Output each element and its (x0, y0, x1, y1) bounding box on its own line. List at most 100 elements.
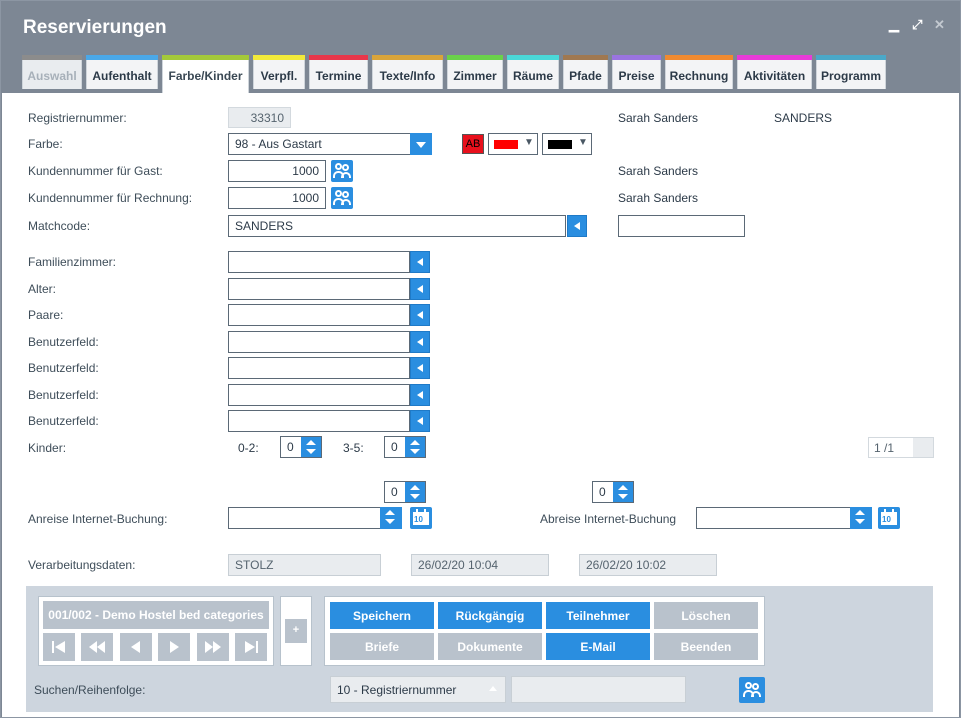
benutzerfeld-arrow-button[interactable] (410, 410, 430, 432)
guest-lookup-button[interactable] (331, 160, 353, 182)
tab-aktivitaeten[interactable]: Aktivitäten (737, 55, 812, 89)
tab-label: Aktivitäten (743, 69, 806, 83)
matchcode-arrow-button[interactable] (567, 215, 587, 237)
paare-input[interactable] (228, 304, 410, 326)
farbe-select[interactable]: 98 - Aus Gastart (228, 133, 432, 155)
abreise-label: Abreise Internet-Buchung (540, 512, 677, 526)
anreise-stepper[interactable]: 0 (384, 481, 426, 503)
dokumente-button[interactable]: Dokumente (438, 633, 542, 660)
paare-arrow-button[interactable] (410, 304, 430, 326)
stepper-arrows-icon[interactable] (850, 507, 872, 529)
briefe-button[interactable]: Briefe (330, 633, 434, 660)
tab-auswahl[interactable]: Auswahl (22, 55, 82, 89)
stepper-value: 0 (391, 485, 398, 499)
kundennummer-rechnung-name: Sarah Sanders (618, 191, 699, 205)
kundennummer-gast-input[interactable]: 1000 (228, 160, 326, 182)
tab-rechnung[interactable]: Rechnung (665, 55, 733, 89)
tab-termine[interactable]: Termine (309, 55, 368, 89)
anreise-input[interactable] (228, 507, 402, 529)
abreise-spinner[interactable] (850, 507, 872, 529)
previous-record-icon[interactable] (120, 633, 152, 661)
benutzerfeld-arrow-button[interactable] (410, 331, 430, 353)
foreground-color-picker[interactable]: ▼ (488, 133, 538, 155)
background-color-swatch (548, 140, 572, 149)
benutzerfeld-input[interactable] (228, 357, 410, 379)
benutzerfeld-input[interactable] (228, 384, 410, 406)
next-record-icon[interactable] (158, 633, 190, 661)
pager-text: 1 /1 (874, 441, 895, 455)
chevron-down-icon: ▼ (524, 137, 534, 148)
background-color-picker[interactable]: ▼ (542, 133, 592, 155)
tab-label: Aufenthalt (92, 69, 152, 83)
age-3-5-stepper[interactable]: 0 (384, 436, 426, 458)
beenden-button[interactable]: Beenden (654, 633, 758, 660)
alter-arrow-button[interactable] (410, 278, 430, 300)
tab-raeume[interactable]: Räume (507, 55, 559, 89)
abreise-calendar-icon[interactable]: 10 (878, 507, 900, 529)
tab-programm[interactable]: Programm (816, 55, 886, 89)
tab-label: Zimmer (453, 69, 497, 83)
benutzerfeld-arrow-button[interactable] (410, 384, 430, 406)
invoice-customer-lookup-button[interactable] (331, 187, 353, 209)
farbe-dropdown-button[interactable] (410, 133, 432, 155)
stepper-arrows-icon[interactable] (613, 482, 633, 502)
tab-zimmer[interactable]: Zimmer (447, 55, 503, 89)
age-3-5-label: 3-5: (343, 441, 364, 455)
rueckgaengig-button[interactable]: Rückgängig (438, 602, 542, 629)
children-pager[interactable]: 1 /1 (868, 437, 934, 458)
tab-color-bar (507, 55, 559, 60)
stepper-arrows-icon[interactable] (301, 437, 321, 457)
last-record-icon[interactable] (235, 633, 267, 661)
benutzerfeld-input[interactable] (228, 410, 410, 432)
minimize-icon[interactable]: ▁ (889, 17, 899, 33)
add-record-button[interactable]: + (285, 619, 307, 643)
abreise-stepper[interactable]: 0 (592, 481, 634, 503)
tab-aufenthalt[interactable]: Aufenthalt (86, 55, 158, 89)
tab-farbe-kinder[interactable]: Farbe/Kinder (162, 55, 249, 93)
close-icon[interactable]: ✕ (934, 17, 945, 33)
maximize-icon[interactable]: ⤢ (912, 17, 922, 33)
window-title: Reservierungen (23, 17, 167, 38)
abreise-input[interactable] (696, 507, 872, 529)
teilnehmer-button[interactable]: Teilnehmer (546, 602, 650, 629)
tab-color-bar (563, 55, 608, 60)
stepper-arrows-icon[interactable] (380, 507, 402, 529)
age-0-2-stepper[interactable]: 0 (280, 436, 322, 458)
reservation-window: Reservierungen ▁ ⤢ ✕ Auswahl Aufenthalt … (0, 0, 961, 718)
record-navigator: 001/002 - Demo Hostel bed categories (38, 596, 274, 666)
matchcode-extra-input[interactable] (618, 215, 745, 237)
tab-texte-info[interactable]: Texte/Info (372, 55, 443, 89)
pager-arrows-icon[interactable] (913, 438, 933, 457)
tab-label: Programm (820, 69, 882, 83)
anreise-spinner[interactable] (380, 507, 402, 529)
stepper-arrows-icon[interactable] (405, 437, 425, 457)
stepper-value: 0 (391, 440, 398, 454)
matchcode-label: Matchcode: (28, 219, 91, 233)
fast-back-icon[interactable] (81, 633, 113, 661)
search-person-button[interactable] (739, 677, 765, 703)
tab-preise[interactable]: Preise (612, 55, 661, 89)
alter-input[interactable] (228, 278, 410, 300)
plus-panel: + (280, 596, 312, 666)
first-record-icon[interactable] (43, 633, 75, 661)
familienzimmer-arrow-button[interactable] (410, 251, 430, 273)
speichern-button[interactable]: Speichern (330, 602, 434, 629)
email-button[interactable]: E-Mail (546, 633, 650, 660)
matchcode-input[interactable]: SANDERS (228, 215, 566, 237)
paare-label: Paare: (28, 308, 64, 322)
kundennummer-rechnung-input[interactable]: 1000 (228, 187, 326, 209)
tab-color-bar (816, 55, 886, 60)
tab-pfade[interactable]: Pfade (563, 55, 608, 89)
verarbeitung-label: Verarbeitungsdaten: (28, 558, 136, 572)
tab-verpflegung[interactable]: Verpfl. (253, 55, 305, 89)
benutzerfeld-arrow-button[interactable] (410, 357, 430, 379)
tab-color-bar (22, 55, 82, 60)
loeschen-button[interactable]: Löschen (654, 602, 758, 629)
familienzimmer-input[interactable] (228, 251, 410, 273)
anreise-calendar-icon[interactable]: 10 (410, 507, 432, 529)
benutzerfeld-input[interactable] (228, 331, 410, 353)
search-order-select[interactable]: 10 - Registriernummer (330, 676, 506, 703)
fast-forward-icon[interactable] (197, 633, 229, 661)
stepper-arrows-icon[interactable] (405, 482, 425, 502)
search-input[interactable] (511, 676, 686, 703)
